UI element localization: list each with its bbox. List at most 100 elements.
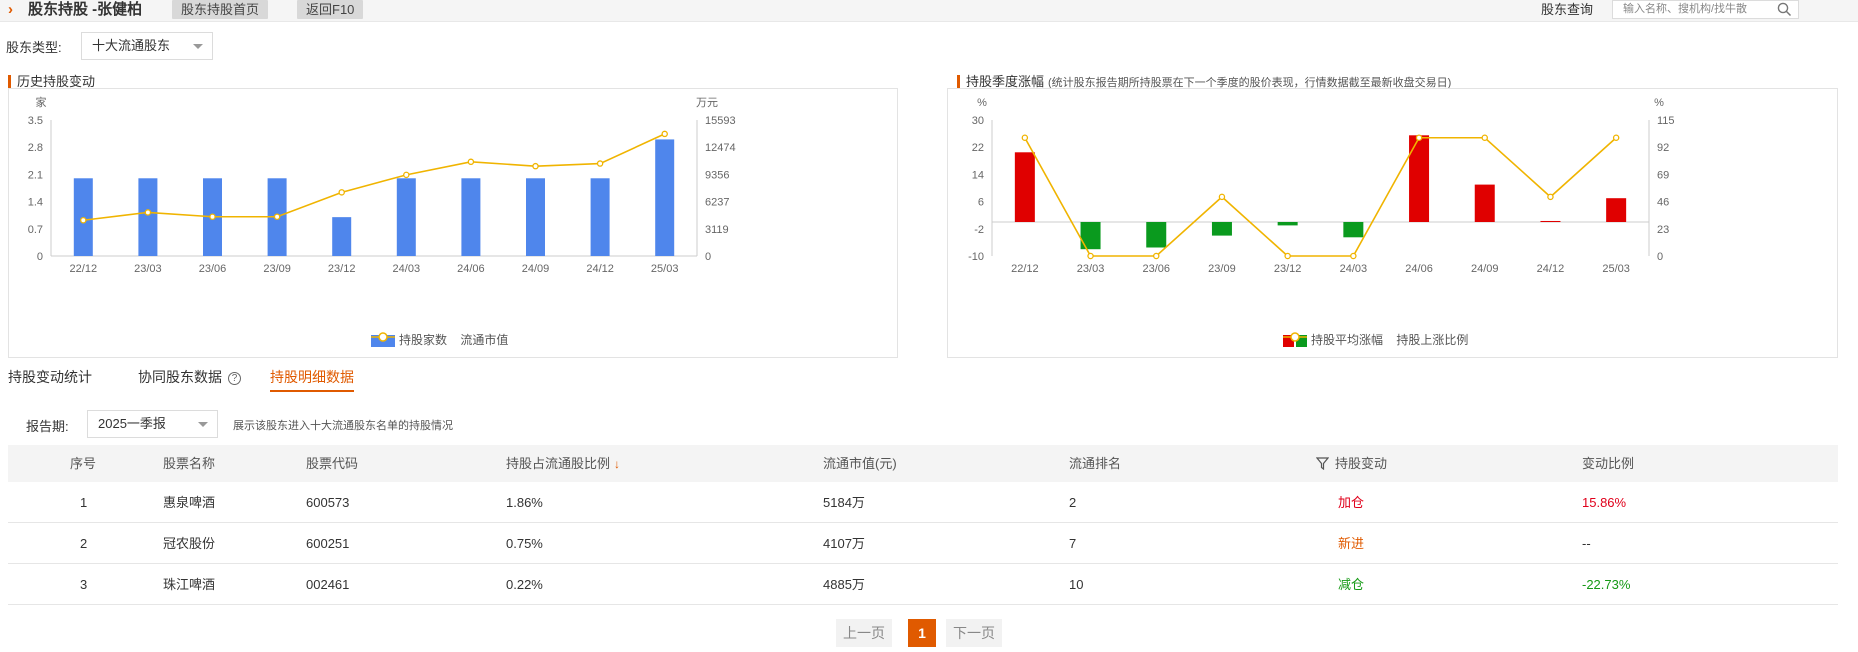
row-float-ratio: 1.86% — [506, 495, 543, 510]
next-page-button[interactable]: 下一页 — [946, 619, 1002, 647]
report-period-value: 2025一季报 — [98, 416, 166, 431]
row-float-value: 4107万 — [823, 536, 865, 551]
tab-holding-stats[interactable]: 持股变动统计 — [8, 367, 92, 387]
quarter-return-chart: %% -10 -2 6 14 22 30 0 23 46 69 92 115 22/12 23/03 23/0… — [947, 88, 1838, 358]
y-left-tick-label: 22 — [972, 142, 984, 154]
row-stock-name[interactable]: 珠江啤酒 — [163, 564, 215, 605]
page-number-current[interactable]: 1 — [908, 619, 936, 647]
chart-line-point — [80, 216, 87, 224]
chart-line-point — [144, 209, 152, 216]
table-row[interactable]: 3 珠江啤酒 002461 0.22% 4885万 10 减仓 -22.73% — [8, 564, 1838, 605]
row-change-ratio: 15.86% — [1582, 495, 1627, 510]
col-change-ratio: 变动比例 — [1582, 456, 1635, 471]
chart-line — [83, 133, 666, 222]
row-index: 1 — [80, 495, 88, 510]
table-row[interactable]: 1 惠泉啤酒 600573 1.86% 5184万 2 加仓 15.86% — [8, 482, 1838, 523]
x-tick-label: 24/06 — [1405, 263, 1433, 275]
chart-line-point — [596, 160, 604, 167]
shareholder-type-select[interactable]: 十大流通股东 — [81, 32, 213, 60]
table-row[interactable]: 2 冠农股份 600251 0.75% 4107万 7 新进 -- — [8, 523, 1838, 564]
search-icon[interactable] — [1777, 2, 1792, 20]
chart-line-point — [1350, 252, 1357, 260]
chart-bar — [590, 178, 610, 256]
filter-icon[interactable] — [1315, 457, 1330, 471]
quarter-return-chart-svg: % % -10 -2 6 14 22 30 0 23 46 69 92 115 22/12 23/03 23/0… — [968, 97, 1674, 275]
y-right-unit: 万元 — [696, 97, 718, 109]
chart-bar — [655, 139, 675, 256]
row-float-rank: 2 — [1069, 495, 1077, 510]
tab-co-holders[interactable]: 协同股东数据? — [138, 367, 241, 387]
col-float-ratio[interactable]: 持股占流通股比例 ↓ — [506, 445, 620, 483]
chart-bar — [461, 178, 481, 256]
chart-bar — [1080, 222, 1101, 250]
chart-line-point — [532, 162, 539, 170]
tab-holding-details[interactable]: 持股明细数据 — [270, 367, 354, 392]
row-stock-name[interactable]: 冠农股份 — [163, 523, 215, 564]
chart-line-point — [1415, 134, 1423, 141]
shareholder-type-label: 股东类型: — [6, 40, 62, 55]
x-tick-label: 25/03 — [651, 263, 679, 275]
y-left-unit: % — [977, 97, 987, 109]
back-f10-button[interactable]: 返回F10 — [297, 0, 364, 19]
row-stock-code: 600251 — [306, 536, 350, 551]
prev-page-button[interactable]: 上一页 — [836, 619, 892, 647]
chart-line — [1024, 136, 1617, 257]
help-icon[interactable]: ? — [228, 371, 241, 385]
y-right-tick-label: 23 — [1657, 224, 1669, 236]
chart-bar — [1014, 152, 1035, 222]
chevron-right-icon: › — [8, 1, 13, 18]
legend-line-item[interactable]: 持股上涨比例 — [1283, 331, 1468, 348]
shareholder-type-value: 十大流通股东 — [92, 38, 171, 53]
chart-line-point — [1547, 193, 1554, 201]
y-left-tick-label: 6 — [978, 197, 984, 209]
chart-bar — [526, 178, 545, 256]
chart-bar — [1540, 220, 1561, 222]
chart-line-point — [1152, 252, 1160, 260]
col-holding-change[interactable]: 持股变动 — [1315, 445, 1387, 482]
report-period-hint: 展示该股东进入十大流通股东名单的持股情况 — [233, 420, 453, 432]
row-stock-code: 600573 — [306, 495, 350, 510]
legend-line-item[interactable]: 流通市值 — [371, 331, 508, 348]
history-chart-title: 历史持股变动 — [8, 75, 95, 88]
chart-bar — [396, 178, 416, 256]
y-left-tick-label: 1.4 — [28, 197, 43, 209]
x-tick-label: 24/12 — [586, 263, 614, 275]
y-left-tick-label: -10 — [968, 251, 984, 263]
report-period-select[interactable]: 2025一季报 — [87, 410, 218, 438]
col-stock-name: 股票名称 — [163, 456, 216, 471]
shareholder-home-button[interactable]: 股东持股首页 — [172, 0, 269, 19]
history-holding-chart: 家 万元 0 0.7 1.4 2.1 2.8 3.5 0 3119 6237 9356 12474 155… — [8, 88, 898, 358]
row-float-ratio: 0.75% — [506, 536, 543, 551]
x-tick-label: 24/03 — [393, 263, 421, 275]
row-holding-change: 加仓 — [1338, 495, 1365, 510]
search-input[interactable]: 输入名称、搜机构/找牛散 — [1612, 0, 1799, 19]
row-float-value: 5184万 — [823, 495, 865, 510]
row-holding-change: 减仓 — [1338, 577, 1365, 592]
sort-desc-icon[interactable]: ↓ — [614, 446, 620, 483]
chart-line-point — [1218, 193, 1226, 201]
y-right-tick-label: 92 — [1657, 142, 1669, 154]
chart-line-point — [661, 130, 668, 138]
row-holding-change: 新进 — [1338, 536, 1365, 551]
chart-bar — [1474, 184, 1495, 222]
chart-line-point — [1612, 134, 1620, 141]
chart-bar — [1343, 222, 1364, 238]
y-right-tick-label: 0 — [705, 251, 711, 263]
row-index: 2 — [80, 536, 88, 551]
y-left-tick-label: 3.5 — [28, 115, 43, 127]
row-float-ratio: 0.22% — [506, 577, 543, 592]
row-index: 3 — [80, 577, 88, 592]
history-chart-legend: 持股家数 流通市值 — [371, 331, 518, 348]
line-swatch-icon — [1283, 332, 1307, 342]
x-tick-label: 23/03 — [134, 263, 162, 275]
x-tick-label: 24/12 — [1537, 263, 1565, 275]
chart-line-point — [1284, 252, 1291, 260]
row-stock-name[interactable]: 惠泉啤酒 — [163, 482, 215, 523]
chart-line-point — [209, 213, 216, 221]
x-tick-label: 22/12 — [70, 263, 98, 275]
pagination: 上一页 1 下一页 — [836, 619, 1006, 647]
y-left-tick-label: 0 — [37, 251, 43, 263]
y-left-tick-label: 0.7 — [28, 224, 43, 236]
chart-bar — [1146, 222, 1167, 248]
y-right-unit: % — [1654, 97, 1664, 109]
